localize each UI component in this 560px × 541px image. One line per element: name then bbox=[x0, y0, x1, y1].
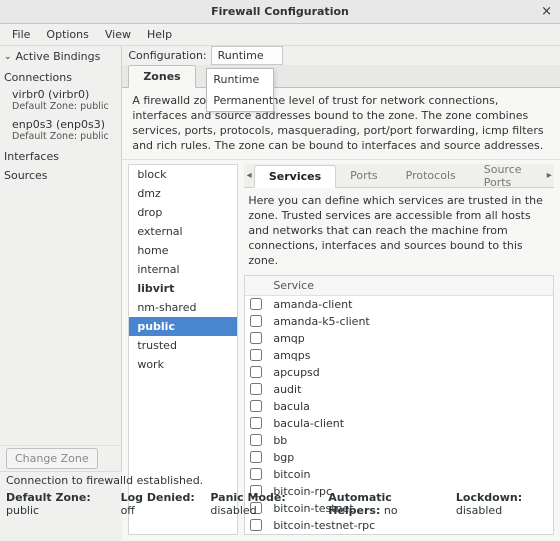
zone-item-external[interactable]: external bbox=[129, 222, 237, 241]
service-name: audit bbox=[267, 382, 307, 397]
nav-right-icon[interactable]: ▸ bbox=[545, 170, 555, 181]
menu-file[interactable]: File bbox=[6, 26, 36, 43]
zone-item-public[interactable]: public bbox=[129, 317, 237, 336]
service-row[interactable]: bitcoin-testnet-rpc bbox=[245, 517, 553, 534]
service-name: bitcoin-testnet-rpc bbox=[267, 518, 381, 533]
subtab-services[interactable]: Services bbox=[254, 165, 336, 188]
service-name: amqps bbox=[267, 348, 316, 363]
service-checkbox[interactable] bbox=[250, 349, 262, 361]
service-checkbox[interactable] bbox=[250, 400, 262, 412]
chevron-down-icon: ⌄ bbox=[4, 52, 12, 62]
service-row[interactable]: bgp bbox=[245, 449, 553, 466]
configuration-dropdown: Runtime Permanent bbox=[206, 68, 274, 112]
sidebar-conn-enp0s3[interactable]: enp0s3 (enp0s3) bbox=[0, 116, 121, 131]
service-name: bb bbox=[267, 433, 293, 448]
sidebar-title: Active Bindings bbox=[16, 50, 101, 63]
service-checkbox[interactable] bbox=[250, 383, 262, 395]
service-checkbox[interactable] bbox=[250, 451, 262, 463]
zone-item-home[interactable]: home bbox=[129, 241, 237, 260]
service-row[interactable]: apcupsd bbox=[245, 364, 553, 381]
status-summary: Default Zone: public Log Denied: off Pan… bbox=[0, 489, 560, 507]
subtab-protocols[interactable]: Protocols bbox=[392, 165, 470, 186]
service-checkbox[interactable] bbox=[250, 417, 262, 429]
menu-bar: File Options View Help bbox=[0, 24, 560, 46]
service-checkbox[interactable] bbox=[250, 298, 262, 310]
zone-item-block[interactable]: block bbox=[129, 165, 237, 184]
sidebar-expander[interactable]: ⌄ Active Bindings bbox=[0, 46, 121, 67]
service-row[interactable]: amanda-k5-client bbox=[245, 313, 553, 330]
sidebar-connections-label: Connections bbox=[0, 67, 121, 86]
zone-item-libvirt[interactable]: libvirt bbox=[129, 279, 237, 298]
sidebar-interfaces-label: Interfaces bbox=[0, 146, 121, 165]
main-tabs: Zones ts bbox=[122, 65, 560, 88]
zone-item-trusted[interactable]: trusted bbox=[129, 336, 237, 355]
service-row[interactable]: amqp bbox=[245, 330, 553, 347]
service-name: amanda-client bbox=[267, 297, 358, 312]
service-checkbox[interactable] bbox=[250, 366, 262, 378]
service-checkbox[interactable] bbox=[250, 468, 262, 480]
service-row[interactable]: bacula bbox=[245, 398, 553, 415]
menu-help[interactable]: Help bbox=[141, 26, 178, 43]
service-name: bacula-client bbox=[267, 416, 350, 431]
config-option-runtime[interactable]: Runtime bbox=[207, 69, 273, 90]
services-description: Here you can define which services are t… bbox=[244, 188, 554, 274]
service-name: amqp bbox=[267, 331, 310, 346]
zone-description: A firewalld zone defines the level of tr… bbox=[122, 88, 560, 159]
window-title: Firewall Configuration bbox=[211, 5, 349, 18]
sidebar-conn-enp0s3-zone: Default Zone: public bbox=[0, 131, 121, 146]
menu-options[interactable]: Options bbox=[40, 26, 94, 43]
service-row[interactable]: amanda-client bbox=[245, 296, 553, 313]
service-checkbox[interactable] bbox=[250, 332, 262, 344]
subtab-ports[interactable]: Ports bbox=[336, 165, 392, 186]
menu-view[interactable]: View bbox=[99, 26, 137, 43]
sidebar-conn-virbr0[interactable]: virbr0 (virbr0) bbox=[0, 86, 121, 101]
service-name: apcupsd bbox=[267, 365, 325, 380]
zone-subtabs: ◂ Services Ports Protocols Source Ports … bbox=[244, 164, 554, 188]
zone-item-internal[interactable]: internal bbox=[129, 260, 237, 279]
sidebar-conn-virbr0-zone: Default Zone: public bbox=[0, 101, 121, 116]
service-column-header: Service bbox=[267, 276, 320, 295]
service-checkbox[interactable] bbox=[250, 519, 262, 531]
zone-item-nm-shared[interactable]: nm-shared bbox=[129, 298, 237, 317]
service-row[interactable]: audit bbox=[245, 381, 553, 398]
close-icon[interactable]: × bbox=[541, 4, 552, 19]
configuration-row: Configuration: Runtime Runtime Permanent bbox=[122, 46, 560, 65]
nav-left-icon[interactable]: ◂ bbox=[244, 170, 254, 181]
service-checkbox[interactable] bbox=[250, 315, 262, 327]
zone-item-dmz[interactable]: dmz bbox=[129, 184, 237, 203]
change-zone-button[interactable]: Change Zone bbox=[6, 448, 98, 469]
title-bar: Firewall Configuration × bbox=[0, 0, 560, 24]
service-row[interactable]: bb bbox=[245, 432, 553, 449]
service-checkbox[interactable] bbox=[250, 434, 262, 446]
sidebar-sources-label: Sources bbox=[0, 165, 121, 184]
service-name: amanda-k5-client bbox=[267, 314, 375, 329]
service-name: bacula bbox=[267, 399, 316, 414]
configuration-label: Configuration: bbox=[128, 49, 206, 62]
config-option-permanent[interactable]: Permanent bbox=[207, 90, 273, 111]
service-row[interactable]: bitcoin bbox=[245, 466, 553, 483]
tab-zones[interactable]: Zones bbox=[128, 65, 195, 88]
service-row[interactable]: amqps bbox=[245, 347, 553, 364]
sidebar-active-bindings: ⌄ Active Bindings Connections virbr0 (vi… bbox=[0, 46, 122, 471]
service-row[interactable]: bacula-client bbox=[245, 415, 553, 432]
service-name: bitcoin bbox=[267, 467, 316, 482]
zone-item-work[interactable]: work bbox=[129, 355, 237, 374]
zone-detail: ◂ Services Ports Protocols Source Ports … bbox=[238, 160, 560, 540]
configuration-select[interactable]: Runtime bbox=[211, 46, 283, 65]
service-name: bgp bbox=[267, 450, 300, 465]
zone-item-drop[interactable]: drop bbox=[129, 203, 237, 222]
